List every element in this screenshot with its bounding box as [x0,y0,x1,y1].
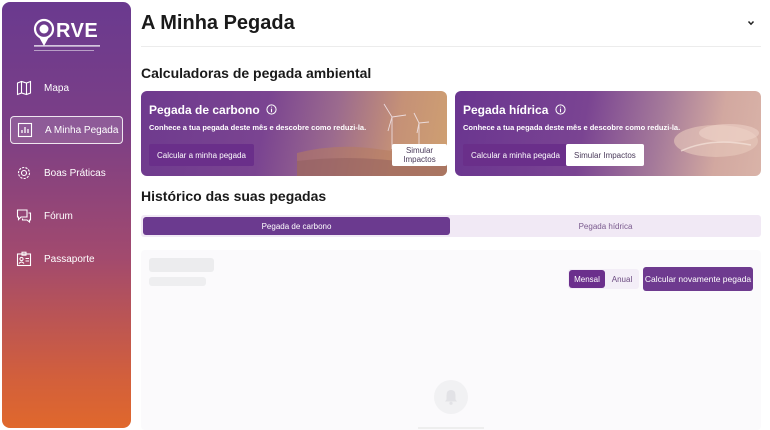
period-toggle: Mensal Anual [568,269,639,289]
info-icon[interactable] [266,104,277,115]
sidebar-item-label: A Minha Pegada [45,124,119,136]
loading-skeleton-subtitle [149,277,206,286]
card-title-text: Pegada hídrica [463,103,549,117]
empty-state-line [418,427,484,429]
card-title-text: Pegada de carbono [149,103,260,117]
recalculate-footprint-button[interactable]: Calcular novamente pegada [643,267,753,291]
period-annual-button[interactable]: Anual [606,270,638,288]
calculate-carbon-button[interactable]: Calcular a minha pegada [149,144,254,166]
card-title: Pegada hídrica [463,103,566,117]
logo-tagline-line [34,50,94,51]
sidebar-item-a-minha-pegada[interactable]: A Minha Pegada [10,116,123,144]
sidebar-item-passaporte[interactable]: Passaporte [10,245,123,273]
bell-icon [445,390,457,405]
card-description: Conhece a tua pegada deste mês e descobr… [149,123,367,132]
header-divider [141,46,761,47]
carbon-footprint-card: Pegada de carbono Conhece a tua pegada d… [141,91,447,176]
gear-icon [17,166,31,180]
empty-state-badge [434,380,468,414]
water-footprint-card: Pegada hídrica Conhece a tua pegada dest… [455,91,761,176]
sidebar-item-forum[interactable]: Fórum [10,202,123,230]
logo-tagline [34,45,100,47]
sidebar-item-label: Fórum [44,210,73,222]
card-description: Conhece a tua pegada deste mês e descobr… [463,123,681,132]
info-icon[interactable] [555,104,566,115]
chevron-down-icon[interactable] [745,17,757,29]
calculate-water-button[interactable]: Calcular a minha pegada [463,144,568,166]
passport-icon [16,251,32,267]
logo-text: RVE [56,20,99,42]
sidebar-item-mapa[interactable]: Mapa [10,74,123,102]
simulate-water-impacts-button[interactable]: Simular Impactos [566,144,644,166]
tab-carbon-footprint[interactable]: Pegada de carbono [143,217,450,235]
forum-icon [16,209,32,224]
history-tabs: Pegada de carbono Pegada hídrica [141,215,761,237]
card-title: Pegada de carbono [149,103,277,117]
calculators-section-title: Calculadoras de pegada ambiental [141,65,372,81]
period-monthly-button[interactable]: Mensal [569,270,605,288]
history-section-title: Histórico das suas pegadas [141,188,327,204]
chart-icon [17,122,33,138]
app-logo[interactable]: RVE [32,18,102,52]
tab-water-footprint[interactable]: Pegada hídrica [452,217,759,235]
simulate-carbon-impacts-button[interactable]: Simular Impactos [392,144,447,166]
sidebar-item-label: Mapa [44,82,70,94]
sidebar-item-label: Passaporte [44,253,95,265]
sidebar-item-label: Boas Práticas [44,167,106,179]
map-icon [16,80,32,96]
loading-skeleton-title [149,258,214,272]
sidebar: RVE Mapa A Minha Pegada Boas Práticas Fó… [2,2,131,428]
logo-mark-icon [33,18,55,46]
page-title: A Minha Pegada [141,12,295,34]
sidebar-item-boas-praticas[interactable]: Boas Práticas [10,159,123,187]
